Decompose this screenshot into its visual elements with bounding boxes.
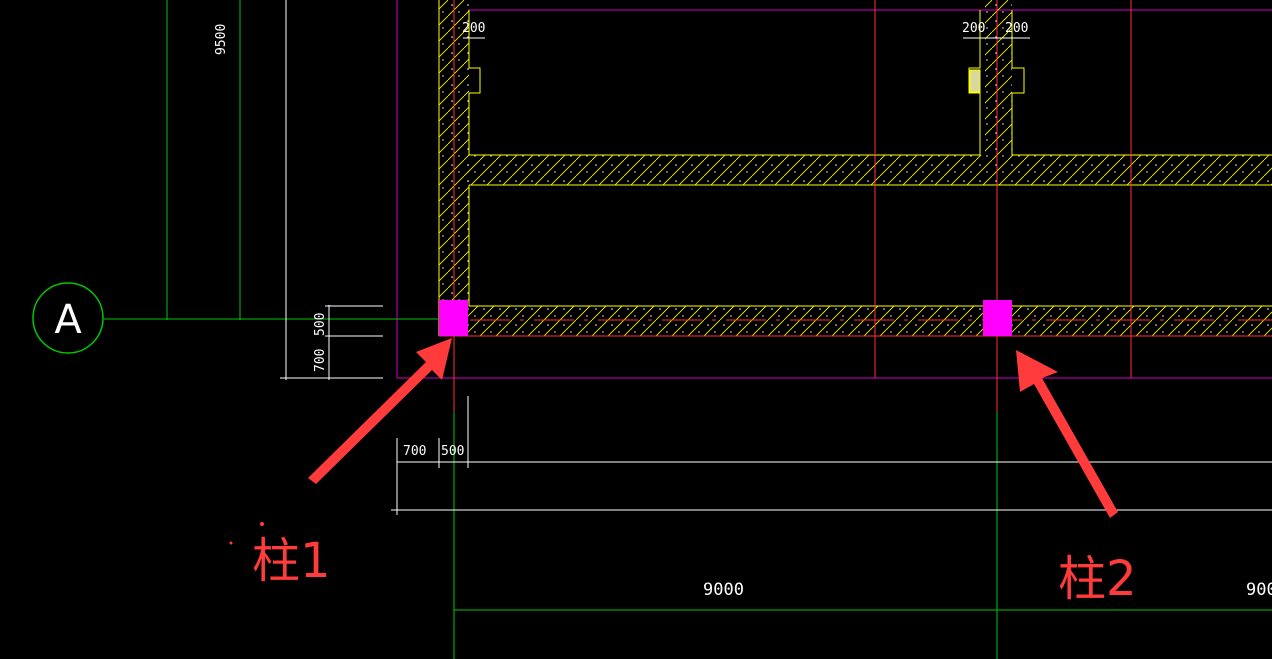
cad-drawing-canvas[interactable]: A 9500 200 200 200 500 700 700 500 9000 … [0, 0, 1272, 659]
callout-column-1: 柱1 [252, 533, 331, 589]
dim-bottom-700: 700 [403, 444, 426, 459]
dim-span-9000: 9000 [703, 580, 744, 600]
stray-dot [260, 522, 264, 526]
dim-top-200-c: 200 [1005, 21, 1028, 36]
wall-tag [969, 69, 981, 93]
dim-top-200-b: 200 [962, 21, 985, 36]
stray-dot-2 [229, 541, 233, 545]
dim-left-500: 500 [313, 313, 328, 336]
column-1[interactable] [439, 300, 468, 336]
callout-column-2: 柱2 [1058, 551, 1137, 607]
dim-top-left-vertical: 9500 [214, 24, 229, 55]
wall-hatching [439, 0, 1272, 336]
axis-bubble-label: A [54, 297, 82, 343]
column-2[interactable] [983, 300, 1012, 336]
arrow-to-column-2 [1016, 350, 1118, 518]
axis-lines-red [439, 0, 1272, 412]
dim-left-700: 700 [313, 349, 328, 372]
dimension-lines [280, 0, 1272, 515]
dim-bottom-500: 500 [441, 444, 464, 459]
axis-bubble-a[interactable]: A [32, 282, 104, 354]
dim-span-right-partial: 900 [1246, 580, 1272, 600]
dim-top-200-a: 200 [462, 21, 485, 36]
